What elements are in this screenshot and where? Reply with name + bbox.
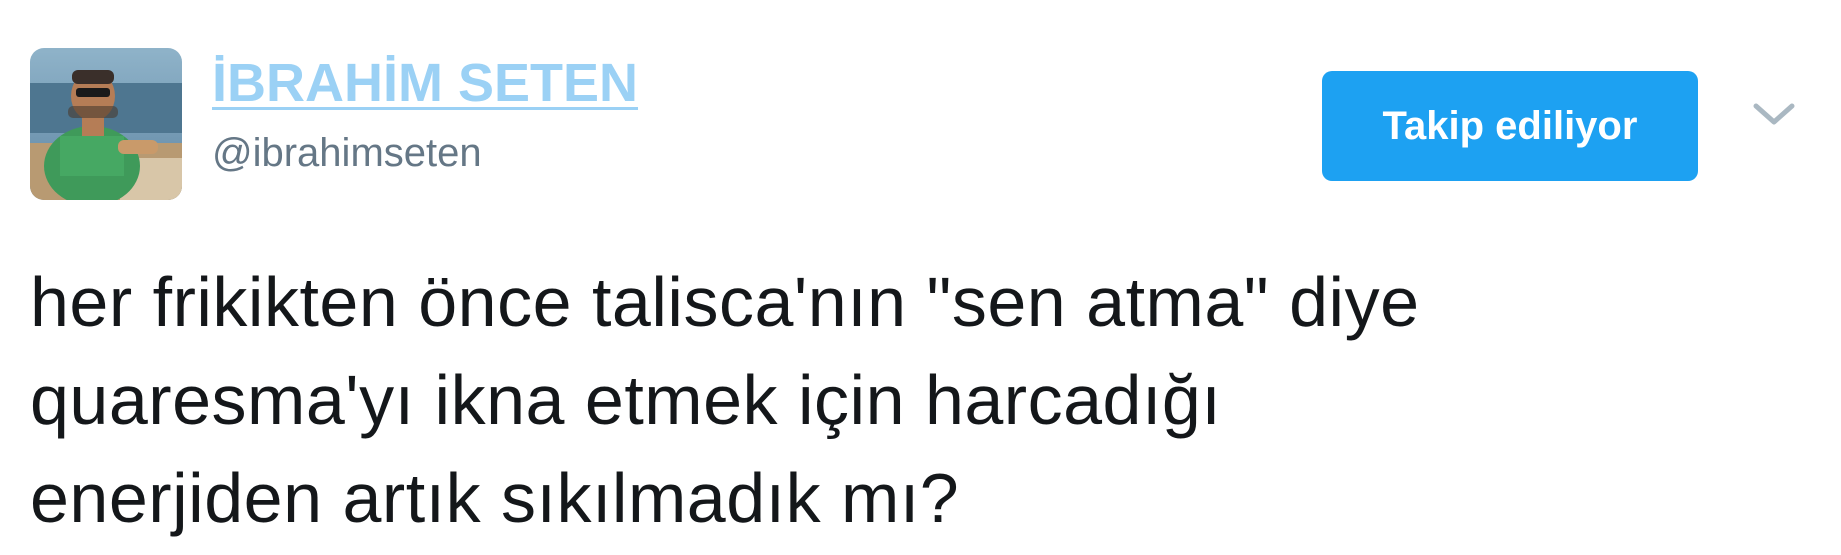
following-button-label: Takip ediliyor: [1382, 103, 1638, 148]
chevron-down-icon[interactable]: [1752, 100, 1796, 130]
tweet-card: İBRAHİM SETEN @ibrahimseten Takip ediliy…: [0, 0, 1841, 555]
tweet-text-line: enerjiden artık sıkılmadık mı?: [30, 459, 960, 537]
tweet-text-line: quaresma'yı ikna etmek için harcadığı: [30, 361, 1222, 439]
tweet-text: her frikikten önce talisca'nın "sen atma…: [30, 253, 1810, 547]
author-display-name[interactable]: İBRAHİM SETEN: [212, 52, 638, 114]
tweet-text-line: her frikikten önce talisca'nın "sen atma…: [30, 263, 1420, 341]
following-button[interactable]: Takip ediliyor: [1322, 71, 1698, 181]
caret-glyph: [1753, 103, 1795, 125]
avatar[interactable]: [30, 48, 182, 200]
profile-photo-icon: [30, 48, 182, 200]
author-handle: @ibrahimseten: [212, 131, 482, 175]
